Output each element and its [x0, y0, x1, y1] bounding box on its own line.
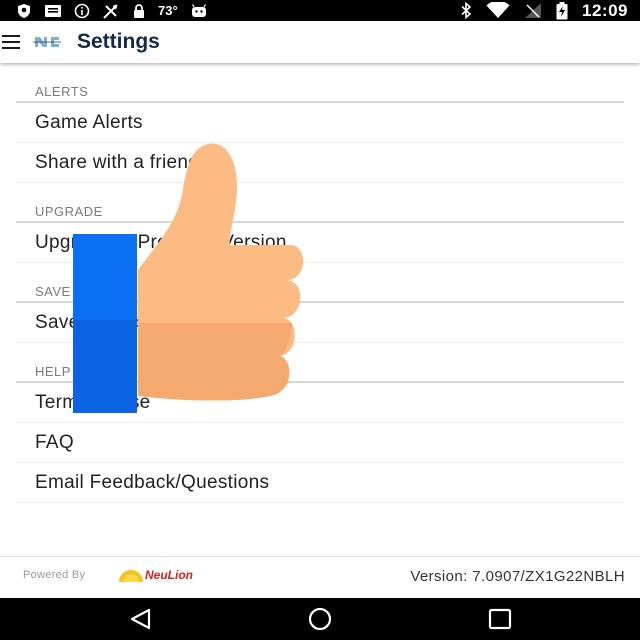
neulion-sun-icon: [119, 570, 143, 582]
fantasy-sports-icon: [103, 3, 118, 19]
neulion-brand-text: NeuLion: [145, 568, 193, 582]
shield-icon: [18, 3, 30, 18]
wifi-icon: [486, 2, 510, 18]
status-right-icons: 12:09: [460, 0, 628, 21]
powered-by-label: Powered By: [23, 569, 86, 581]
upgrade-premium-item[interactable]: Upgrade to Premium Version: [16, 223, 624, 263]
version-text: Version: 7.0907/ZX1G22NBLH: [410, 568, 625, 585]
neulion-logo: NeuLion: [118, 566, 193, 584]
menu-icon[interactable]: [2, 34, 20, 50]
status-time: 12:09: [582, 0, 628, 20]
bluetooth-icon: [461, 2, 472, 19]
back-icon[interactable]: [126, 607, 156, 631]
page-title: Settings: [77, 30, 160, 53]
terms-of-use-item[interactable]: Terms of Use: [16, 383, 624, 423]
email-feedback-item[interactable]: Email Feedback/Questions: [16, 463, 624, 503]
temperature-text: 73°: [158, 3, 178, 18]
home-icon[interactable]: [305, 607, 335, 631]
share-with-friend-item[interactable]: Share with a friend: [16, 143, 624, 183]
section-header-upgrade: UPGRADE: [16, 183, 624, 223]
app-bar: Settings: [0, 21, 640, 63]
footer: Powered By NeuLion Version: 7.0907/ZX1G2…: [0, 556, 640, 598]
battery-charging-icon: [556, 1, 568, 19]
system-nav-bar: [0, 598, 640, 640]
faq-item[interactable]: FAQ: [16, 423, 624, 463]
status-left-icons: 73°: [16, 0, 208, 21]
lock-icon: [134, 3, 144, 18]
section-header-save: SAVE: [16, 263, 624, 303]
android-icon: [191, 3, 206, 17]
section-header-help: HELP: [16, 343, 624, 383]
status-bar: 73° 12:09: [0, 0, 640, 21]
info-icon: [74, 3, 90, 18]
recents-icon[interactable]: [485, 607, 515, 631]
game-alerts-item[interactable]: Game Alerts: [16, 103, 624, 143]
settings-list: ALERTS Game Alerts Share with a friend U…: [16, 63, 624, 503]
section-header-alerts: ALERTS: [16, 63, 624, 103]
no-signal-icon: [525, 3, 542, 18]
message-icon: [45, 4, 61, 17]
team-logo-icon: [33, 37, 61, 47]
save-photos-item[interactable]: Save Photos: [16, 303, 624, 343]
